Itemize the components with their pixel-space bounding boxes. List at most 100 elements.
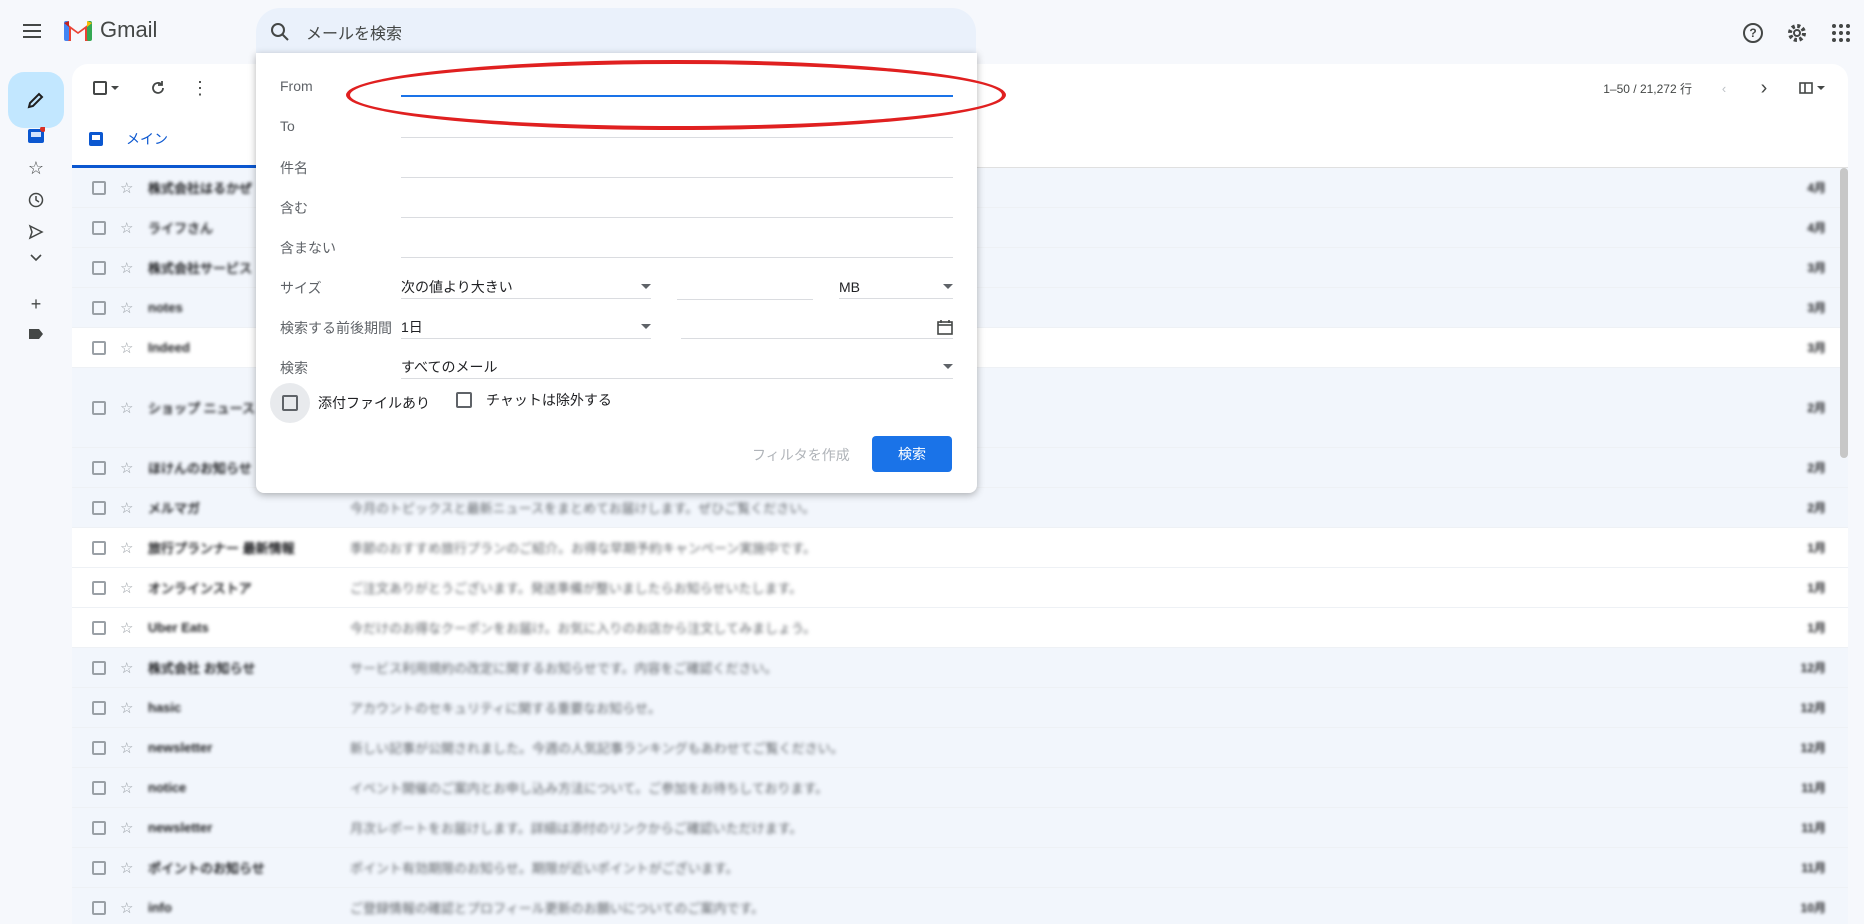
calendar-icon[interactable] bbox=[937, 319, 953, 335]
row-checkbox[interactable] bbox=[92, 780, 106, 795]
compose-button[interactable] bbox=[8, 72, 64, 128]
prev-page-chevron-icon[interactable]: ‹ bbox=[1712, 76, 1736, 100]
main-menu-icon[interactable] bbox=[20, 20, 44, 44]
svg-text:?: ? bbox=[1749, 26, 1756, 40]
table-row[interactable]: ☆ newsletter 新しい記事が公開されました。今週の人気記事ランキングもあわ… bbox=[72, 728, 1848, 768]
size-value-field[interactable] bbox=[677, 299, 813, 300]
refresh-icon[interactable] bbox=[146, 76, 170, 100]
tab-main-label: メイン bbox=[126, 130, 168, 147]
chevron-down-icon bbox=[943, 364, 953, 369]
row-checkbox[interactable] bbox=[92, 180, 106, 195]
star-icon[interactable]: ☆ bbox=[120, 739, 133, 757]
star-icon[interactable]: ☆ bbox=[120, 499, 133, 517]
exclude-chats-option[interactable]: チャットは除外する bbox=[456, 390, 612, 410]
row-checkbox[interactable] bbox=[92, 660, 106, 675]
scrollbar[interactable] bbox=[1840, 168, 1848, 458]
table-row[interactable]: ☆ 旅行プランナー 最新情報 季節のおすすめ旅行プランのご紹介。お得な早期予約キャン… bbox=[72, 528, 1848, 568]
create-filter-button[interactable]: フィルタを作成 bbox=[752, 445, 850, 465]
add-label-plus-icon[interactable]: + bbox=[24, 292, 48, 316]
star-icon[interactable]: ☆ bbox=[120, 539, 133, 557]
sent-icon[interactable] bbox=[24, 220, 48, 244]
has-attachment-checkbox[interactable] bbox=[270, 383, 310, 423]
exclude-chats-checkbox[interactable] bbox=[456, 392, 472, 408]
date-field[interactable] bbox=[681, 315, 953, 339]
subject-field[interactable] bbox=[401, 177, 953, 178]
search-icon[interactable] bbox=[268, 20, 292, 44]
star-icon[interactable]: ☆ bbox=[120, 339, 133, 357]
select-all-checkbox[interactable] bbox=[90, 76, 122, 100]
star-icon[interactable]: ☆ bbox=[120, 699, 133, 717]
table-row[interactable]: ☆ Uber Eats 今だけのお得なクーポンをお届け。お気に入りのお店から注文して… bbox=[72, 608, 1848, 648]
not-words-field[interactable] bbox=[401, 257, 953, 258]
row-checkbox[interactable] bbox=[92, 340, 106, 355]
search-input[interactable]: メールを検索 bbox=[306, 20, 402, 44]
starred-icon[interactable]: ☆ bbox=[24, 156, 48, 180]
row-checkbox[interactable] bbox=[92, 500, 106, 515]
split-view-toggle-icon[interactable] bbox=[1792, 76, 1832, 100]
row-checkbox[interactable] bbox=[92, 300, 106, 315]
has-attachment-option[interactable]: 添付ファイルあり bbox=[270, 383, 430, 423]
row-sender: info bbox=[148, 900, 172, 915]
search-in-select[interactable]: すべてのメール bbox=[401, 355, 953, 379]
row-checkbox[interactable] bbox=[92, 220, 106, 235]
to-field[interactable] bbox=[401, 137, 953, 138]
star-icon[interactable]: ☆ bbox=[120, 299, 133, 317]
row-sender: newsletter bbox=[148, 820, 213, 835]
table-row[interactable]: ☆ オンラインストア ご注文ありがとうございます。発送準備が整いましたらお知らせいた… bbox=[72, 568, 1848, 608]
row-checkbox[interactable] bbox=[92, 580, 106, 595]
star-icon[interactable]: ☆ bbox=[120, 899, 133, 917]
table-row[interactable]: ☆ ポイントのお知らせ ポイント有効期限のお知らせ。期限が近いポイントがございます。… bbox=[72, 848, 1848, 888]
has-attachment-label: 添付ファイルあり bbox=[318, 395, 430, 411]
help-icon[interactable]: ? bbox=[1736, 16, 1770, 50]
row-date: 3月 bbox=[1807, 341, 1826, 355]
more-options-icon[interactable]: ⋮ bbox=[188, 76, 212, 100]
next-page-chevron-icon[interactable]: › bbox=[1752, 76, 1776, 100]
size-unit-select[interactable]: MB bbox=[839, 275, 953, 299]
row-date: 2月 bbox=[1807, 401, 1826, 415]
apps-grid-icon[interactable] bbox=[1824, 16, 1858, 50]
table-row[interactable]: ☆ hasic アカウントのセキュリティに関する重要なお知らせ。 12月 bbox=[72, 688, 1848, 728]
row-checkbox[interactable] bbox=[92, 900, 106, 915]
row-snippet: サービス利用規約の改定に関するお知らせです。内容をご確認ください。 bbox=[350, 661, 778, 676]
star-icon[interactable]: ☆ bbox=[120, 179, 133, 197]
row-checkbox[interactable] bbox=[92, 700, 106, 715]
star-icon[interactable]: ☆ bbox=[120, 399, 133, 417]
gmail-logo[interactable]: Gmail bbox=[64, 17, 157, 43]
star-icon[interactable]: ☆ bbox=[120, 859, 133, 877]
row-checkbox[interactable] bbox=[92, 400, 106, 415]
row-checkbox[interactable] bbox=[92, 820, 106, 835]
star-icon[interactable]: ☆ bbox=[120, 219, 133, 237]
date-range-select[interactable]: 1日 bbox=[401, 315, 651, 339]
star-icon[interactable]: ☆ bbox=[120, 579, 133, 597]
row-checkbox[interactable] bbox=[92, 620, 106, 635]
star-icon[interactable]: ☆ bbox=[120, 819, 133, 837]
has-words-field[interactable] bbox=[401, 217, 953, 218]
table-row[interactable]: ☆ 株式会社 お知らせ サービス利用規約の改定に関するお知らせです。内容をご確認くだ… bbox=[72, 648, 1848, 688]
table-row[interactable]: ☆ notice イベント開催のご案内とお申し込み方法について。ご参加をお待ちしてお… bbox=[72, 768, 1848, 808]
settings-gear-icon[interactable] bbox=[1780, 16, 1814, 50]
star-icon[interactable]: ☆ bbox=[120, 619, 133, 637]
row-checkbox[interactable] bbox=[92, 740, 106, 755]
table-row[interactable]: ☆ メルマガ 今月のトピックスと最新ニュースをまとめてお届けします。ぜひご覧ください… bbox=[72, 488, 1848, 528]
row-checkbox[interactable] bbox=[92, 540, 106, 555]
table-row[interactable]: ☆ info ご登録情報の確認とプロフィール更新のお願いについてのご案内です。 10月 bbox=[72, 888, 1848, 924]
more-chevron-down-icon[interactable] bbox=[24, 246, 48, 270]
inbox-icon[interactable] bbox=[24, 124, 48, 148]
search-button[interactable]: 検索 bbox=[872, 436, 952, 472]
star-icon[interactable]: ☆ bbox=[120, 779, 133, 797]
star-icon[interactable]: ☆ bbox=[120, 659, 133, 677]
row-checkbox[interactable] bbox=[92, 260, 106, 275]
star-icon[interactable]: ☆ bbox=[120, 259, 133, 277]
table-row[interactable]: ☆ newsletter 月次レポートをお届けします。詳細は添付のリンクからご確認い… bbox=[72, 808, 1848, 848]
size-unit-value: MB bbox=[839, 278, 860, 295]
row-date: 10月 bbox=[1800, 901, 1826, 915]
tab-main[interactable]: メイン bbox=[72, 112, 256, 168]
star-icon[interactable]: ☆ bbox=[120, 459, 133, 477]
row-checkbox[interactable] bbox=[92, 860, 106, 875]
size-operator-select[interactable]: 次の値より大きい bbox=[401, 275, 651, 299]
label-tag-icon[interactable] bbox=[24, 322, 48, 346]
row-checkbox[interactable] bbox=[92, 460, 106, 475]
snoozed-clock-icon[interactable] bbox=[24, 188, 48, 212]
search-bar[interactable]: メールを検索 bbox=[256, 8, 976, 56]
row-date: 11月 bbox=[1801, 861, 1826, 875]
